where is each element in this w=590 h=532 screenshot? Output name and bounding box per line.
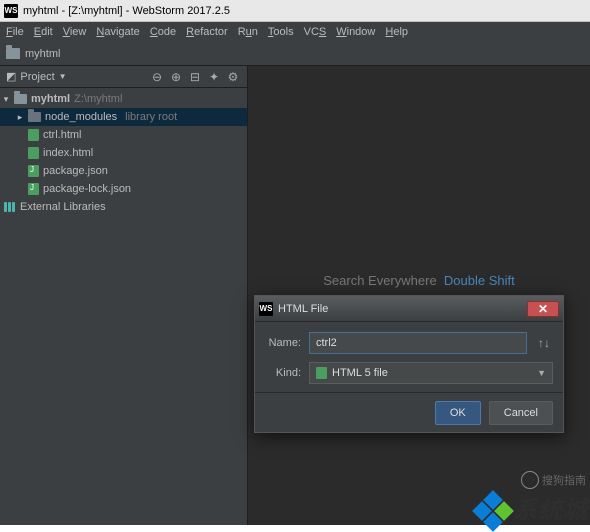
menu-run[interactable]: Run [238, 26, 258, 38]
tree-sublabel: library root [125, 111, 177, 123]
name-label: Name: [265, 337, 301, 349]
webstorm-icon: WS [4, 4, 18, 18]
tree-label: node_modules [45, 111, 117, 123]
tree-file-package-lock-json[interactable]: package-lock.json [0, 180, 247, 198]
tree-label: index.html [43, 147, 93, 159]
project-sidebar: ◩ Project ▼ ⊖ ⊕ ⊟ ✦ ⚙ ▾ myhtml Z:\myhtml [0, 66, 248, 525]
menu-vcs[interactable]: VCS [304, 26, 327, 38]
html-file-icon [28, 147, 39, 159]
diamond-logo-icon [475, 493, 511, 529]
tree-file-index-html[interactable]: index.html [0, 144, 247, 162]
breadcrumb-project: myhtml [25, 48, 60, 60]
chevron-down-icon: ▼ [537, 368, 546, 378]
project-tree: ▾ myhtml Z:\myhtml ▸ node_modules library… [0, 88, 247, 218]
menu-file[interactable]: File [6, 26, 24, 38]
menu-window[interactable]: Window [336, 26, 375, 38]
menu-view[interactable]: View [63, 26, 87, 38]
hide-icon[interactable]: ⊟ [187, 69, 203, 85]
menu-help[interactable]: Help [385, 26, 408, 38]
kind-label: Kind: [265, 367, 301, 379]
folder-icon [28, 112, 41, 122]
settings-icon[interactable]: ⚙ [225, 69, 241, 85]
tree-root[interactable]: ▾ myhtml Z:\myhtml [0, 90, 247, 108]
json-file-icon [28, 165, 39, 177]
dialog-body: Name: ↑↓ Kind: HTML 5 file ▼ [255, 322, 563, 388]
menu-edit[interactable]: Edit [34, 26, 53, 38]
window-titlebar: WS myhtml - [Z:\myhtml] - WebStorm 2017.… [0, 0, 590, 22]
ok-button[interactable]: OK [435, 401, 481, 425]
html-file-icon [316, 367, 327, 379]
window-title: myhtml - [Z:\myhtml] - WebStorm 2017.2.5 [23, 5, 230, 17]
tree-file-package-json[interactable]: package.json [0, 162, 247, 180]
menu-bar: File Edit View Navigate Code Refactor Ru… [0, 22, 590, 42]
sort-toggle-icon[interactable]: ↑↓ [535, 336, 553, 350]
json-file-icon [28, 183, 39, 195]
dialog-title: HTML File [278, 303, 328, 315]
new-html-file-dialog: WS HTML File ✕ Name: ↑↓ Kind: HTML 5 fil… [254, 295, 564, 433]
tree-root-name: myhtml [31, 93, 70, 105]
project-toolbar: ◩ Project ▼ ⊖ ⊕ ⊟ ✦ ⚙ [0, 66, 247, 88]
tree-external-libraries[interactable]: External Libraries [0, 198, 247, 216]
expand-icon[interactable]: ▾ [2, 95, 10, 103]
breadcrumb[interactable]: myhtml [0, 42, 590, 66]
tree-root-path: Z:\myhtml [74, 93, 122, 105]
expand-icon[interactable]: ▸ [16, 113, 24, 121]
scroll-to-icon[interactable]: ⊕ [168, 69, 184, 85]
hint-search-key: Double Shift [444, 273, 515, 288]
menu-code[interactable]: Code [150, 26, 176, 38]
panel-dropdown-icon[interactable]: ▼ [59, 72, 67, 81]
folder-icon [14, 94, 27, 104]
cancel-button[interactable]: Cancel [489, 401, 553, 425]
tree-label: External Libraries [20, 201, 106, 213]
kind-select[interactable]: HTML 5 file ▼ [309, 362, 553, 384]
close-icon[interactable]: ✕ [527, 301, 559, 317]
watermark-sogou: 搜狗指南 [521, 471, 586, 489]
watermark-xitongcheng: 系统城 [475, 489, 590, 525]
name-input[interactable] [309, 332, 527, 354]
gear-icon[interactable]: ✦ [206, 69, 222, 85]
ide-window: WS myhtml - [Z:\myhtml] - WebStorm 2017.… [0, 0, 590, 525]
library-icon [4, 202, 16, 212]
menu-navigate[interactable]: Navigate [96, 26, 139, 38]
tree-node-modules[interactable]: ▸ node_modules library root [0, 108, 247, 126]
menu-tools[interactable]: Tools [268, 26, 294, 38]
dialog-icon: WS [259, 302, 273, 316]
hint-search-label: Search Everywhere [323, 273, 436, 288]
sogou-logo-icon [521, 471, 539, 489]
panel-toggle-icon[interactable]: ◩ [6, 70, 16, 83]
html-file-icon [28, 129, 39, 141]
kind-value: HTML 5 file [332, 367, 388, 379]
tree-label: ctrl.html [43, 129, 82, 141]
tree-label: package.json [43, 165, 108, 177]
menu-refactor[interactable]: Refactor [186, 26, 228, 38]
panel-label: Project [20, 71, 54, 83]
tree-file-ctrl-html[interactable]: ctrl.html [0, 126, 247, 144]
dialog-titlebar[interactable]: WS HTML File ✕ [255, 296, 563, 322]
folder-icon [6, 48, 20, 59]
dialog-buttons: OK Cancel [255, 392, 563, 432]
collapse-all-icon[interactable]: ⊖ [149, 69, 165, 85]
tree-label: package-lock.json [43, 183, 131, 195]
